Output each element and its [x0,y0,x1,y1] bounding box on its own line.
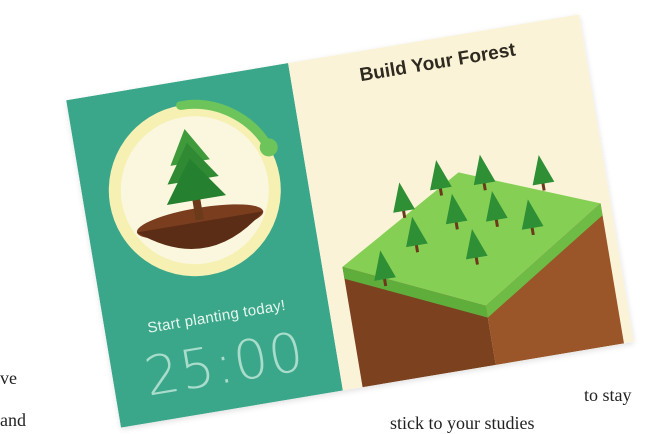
background-text: and [0,410,26,430]
forest-panel: Build Your Forest [288,14,634,391]
background-text: ve [0,368,17,388]
isometric-forest-illustration [342,154,626,391]
timer-ring [108,99,281,277]
background-text: to stay [584,385,632,405]
tree-icon [532,154,555,191]
forest-app-promo-card: Start planting today! 25:00 Build Your F… [66,14,634,428]
background-text: stick to your studies [390,413,535,433]
